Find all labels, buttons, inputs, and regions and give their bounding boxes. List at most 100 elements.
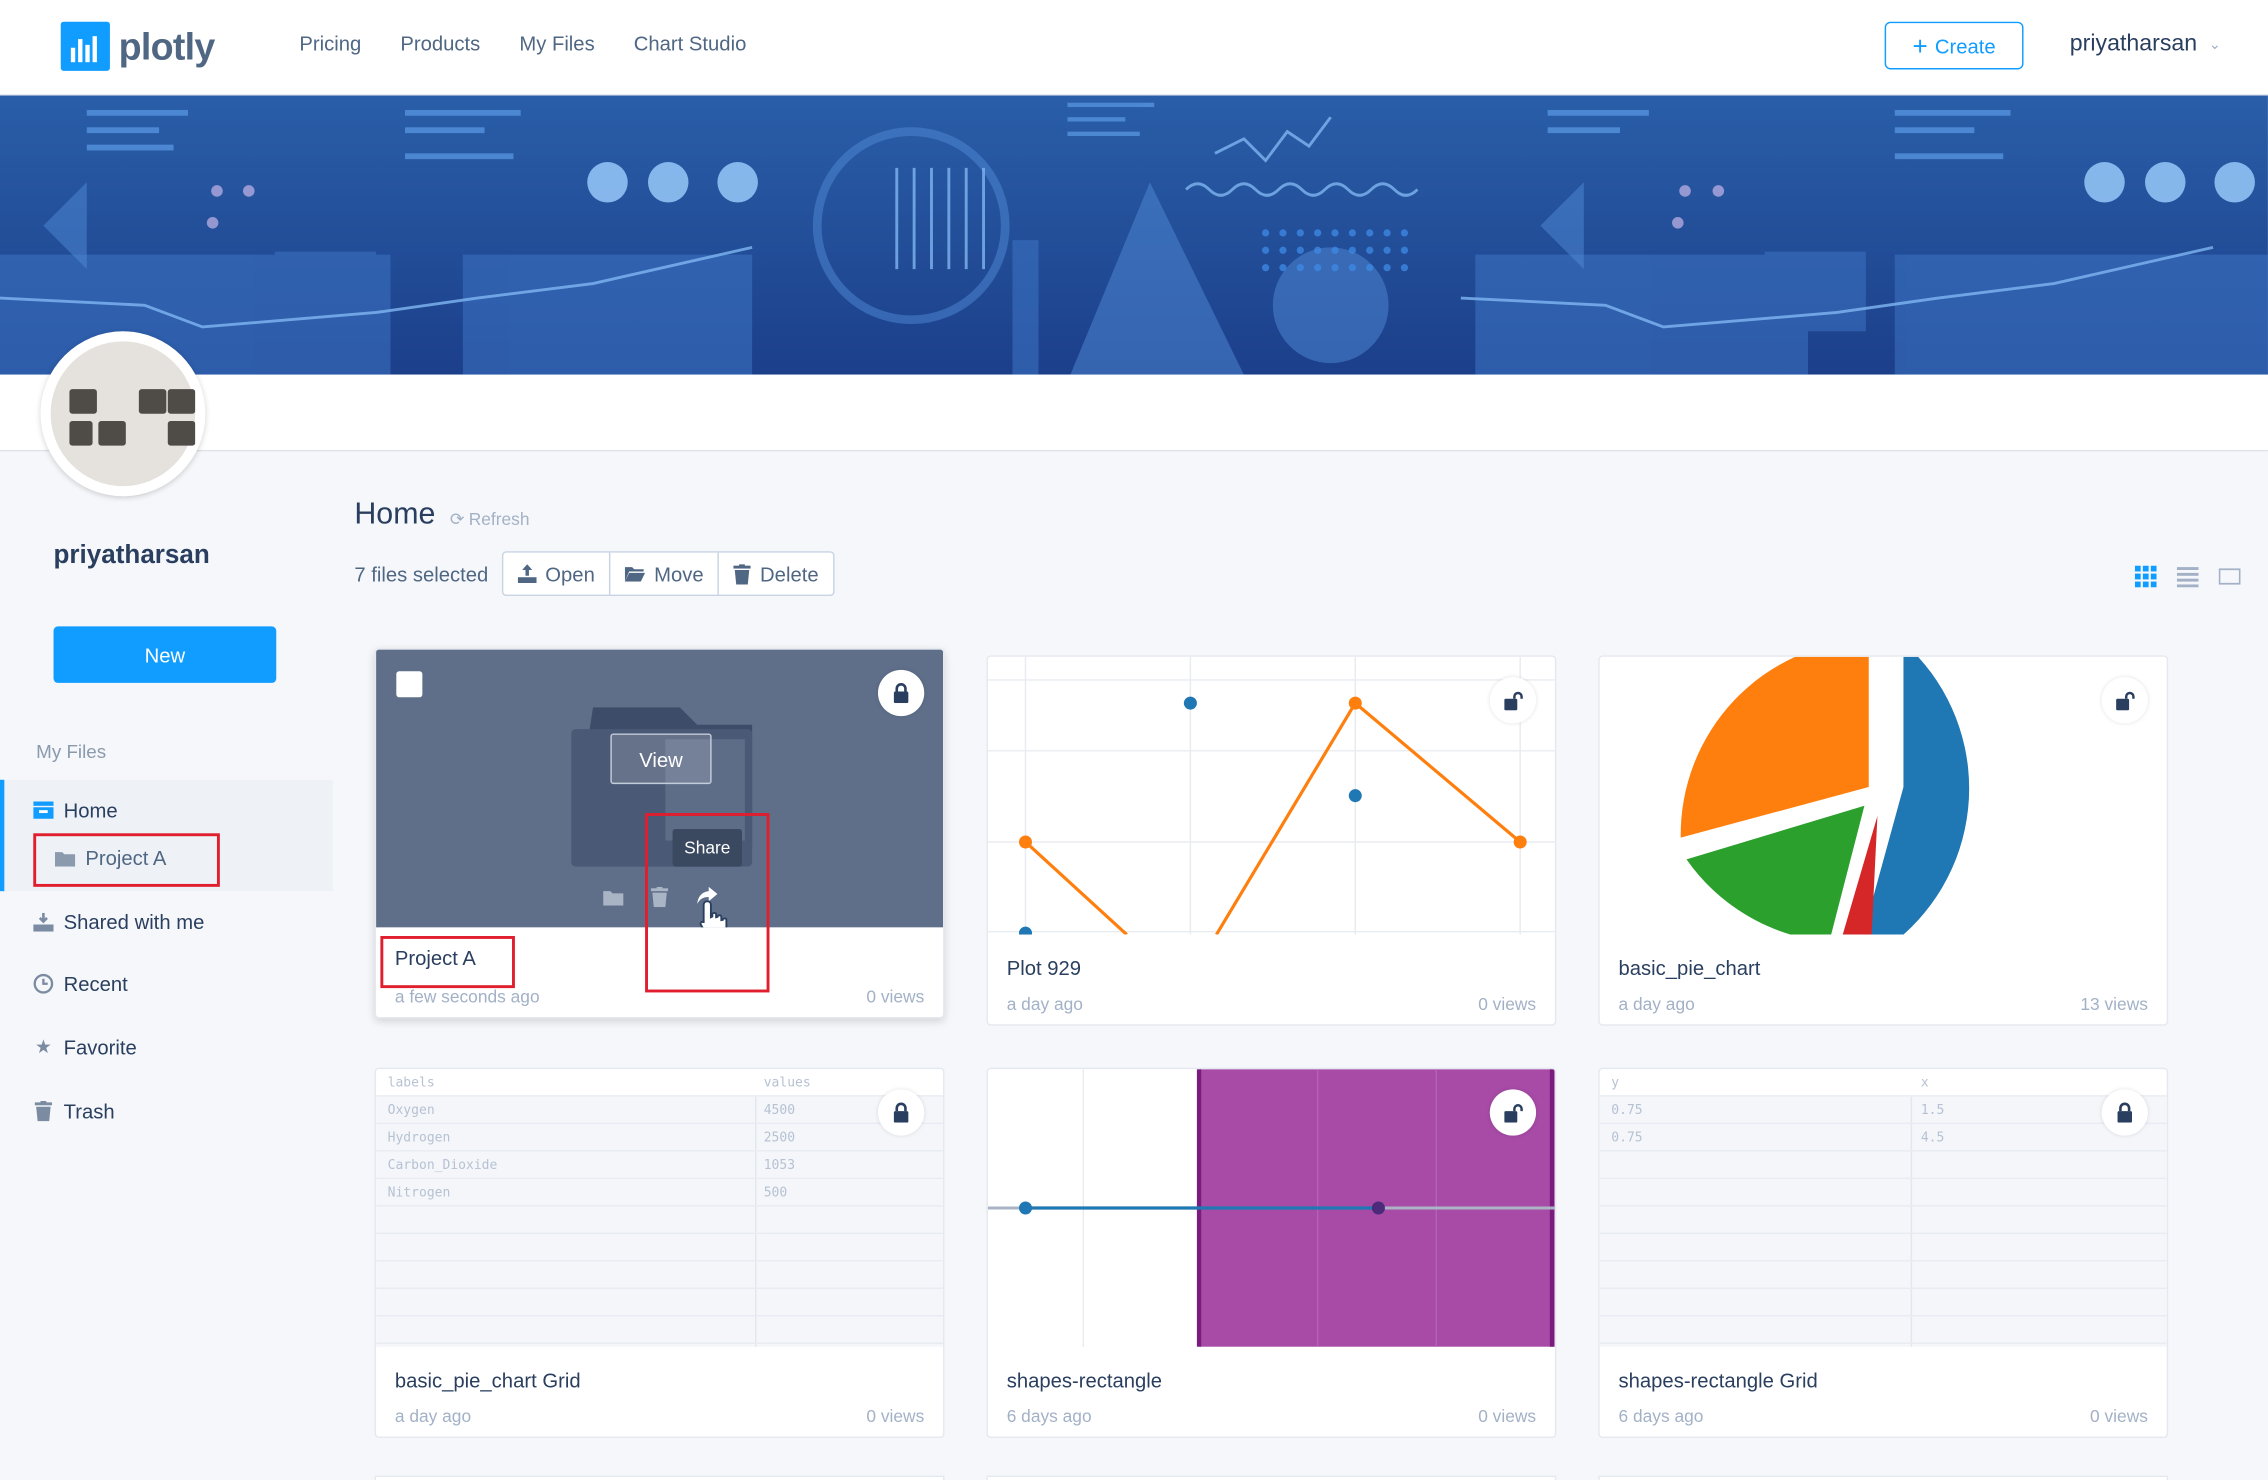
open-label: Open (545, 562, 595, 586)
lock-button[interactable] (2101, 1089, 2148, 1136)
grid-thumbnail: y x 0.75 1.5 0.75 4.5 (1599, 1069, 2167, 1347)
file-name[interactable]: shapes-rectangle Grid (1619, 1369, 1818, 1392)
file-views: 0 views (866, 986, 925, 1007)
file-name[interactable]: basic_pie_chart (1619, 956, 1761, 979)
grid-cell: 2500 (763, 1131, 796, 1146)
file-date: a few seconds ago (394, 986, 540, 1007)
nav-link-products[interactable]: Products (400, 32, 480, 55)
grid-header: values (763, 1076, 811, 1091)
user-menu-name: priyatharsan (2069, 31, 2198, 57)
file-date: a day ago (394, 1406, 472, 1427)
file-card-partial[interactable] (1598, 1475, 2169, 1480)
single-view-icon[interactable] (2218, 566, 2241, 588)
grid-cell: 1053 (763, 1158, 796, 1174)
move-label: Move (654, 562, 704, 586)
unlock-button[interactable] (1489, 1089, 1537, 1136)
grid-header: labels (387, 1076, 435, 1091)
lock-icon (893, 1102, 909, 1123)
sidebar-item-label: Favorite (63, 1035, 137, 1059)
selected-count: 7 files selected (354, 562, 489, 586)
move-folder-icon[interactable] (603, 890, 624, 906)
star-icon: ★ (34, 1035, 52, 1058)
lock-icon (893, 683, 909, 704)
open-button[interactable]: Open (503, 552, 611, 595)
plus-icon: + (1912, 31, 1928, 61)
page-title: Home (354, 497, 436, 531)
grid-view-icon[interactable] (2134, 565, 2157, 588)
move-button[interactable]: Move (611, 552, 720, 595)
file-views: 0 views (1478, 993, 1537, 1015)
sidebar-username: priyatharsan (53, 539, 210, 569)
user-menu[interactable]: priyatharsan ⌄ (2070, 32, 2221, 58)
profile-band (0, 374, 2268, 452)
file-views: 0 views (866, 1406, 925, 1427)
highlight-box-share-action (645, 813, 770, 993)
file-name[interactable]: basic_pie_chart Grid (395, 1369, 581, 1392)
pie-plot-thumbnail (1600, 656, 2167, 935)
sidebar-item-label: Recent (63, 972, 128, 996)
refresh-label: Refresh (468, 509, 530, 530)
create-label: Create (1934, 33, 1996, 58)
view-button[interactable]: View (610, 733, 712, 785)
file-name[interactable]: shapes-rectangle (1007, 1369, 1162, 1392)
view-mode-toggle (2134, 565, 2241, 588)
highlight-box-project-a-name (380, 936, 515, 989)
file-actions-toolbar: Open Move Delete (501, 551, 835, 597)
file-card-shapes-rectangle[interactable]: shapes-rectangle 6 days ago 0 views (986, 1067, 1557, 1439)
nav-link-my-files[interactable]: My Files (519, 32, 594, 55)
create-button[interactable]: + Create (1884, 21, 2024, 70)
new-button[interactable]: New (53, 626, 277, 683)
file-date: a day ago (1006, 993, 1083, 1015)
delete-button[interactable]: Delete (720, 553, 833, 595)
refresh-link[interactable]: ⟳ Refresh (450, 509, 530, 529)
file-date: 6 days ago (1006, 1406, 1092, 1427)
file-card-basic-pie-chart[interactable]: basic_pie_chart a day ago 13 views (1598, 655, 2169, 1026)
file-card-shapes-rectangle-grid[interactable]: y x 0.75 1.5 0.75 4.5 shapes-rectangle Grid… (1598, 1067, 2169, 1439)
grid-cell: 500 (763, 1186, 788, 1201)
grid-cell: 4500 (763, 1103, 796, 1119)
upload-icon (517, 564, 537, 584)
file-card-plot-929[interactable]: Plot 929 a day ago 0 views (986, 655, 1557, 1026)
file-views: 13 views (2080, 993, 2148, 1015)
select-checkbox[interactable] (396, 671, 423, 698)
file-views: 0 views (2090, 1406, 2148, 1427)
plotly-logo[interactable]: plotly (60, 21, 215, 71)
file-date: a day ago (1618, 993, 1695, 1015)
nav-link-pricing[interactable]: Pricing (299, 32, 361, 55)
list-view-icon[interactable] (2176, 566, 2199, 588)
trash-icon (33, 1100, 53, 1122)
sidebar-item-label: Shared with me (63, 909, 205, 934)
nav-link-chart-studio[interactable]: Chart Studio (634, 32, 747, 55)
sidebar-item-shared[interactable]: Shared with me (33, 910, 204, 933)
grid-header: y (1611, 1076, 1620, 1091)
grid-cell: 4.5 (1920, 1131, 1945, 1146)
file-name[interactable]: Plot 929 (1007, 956, 1081, 979)
clock-icon (33, 973, 54, 994)
delete-label: Delete (760, 562, 819, 586)
line-plot-thumbnail (987, 656, 1555, 935)
lock-button[interactable] (877, 1089, 925, 1136)
shape-plot-thumbnail (987, 1069, 1555, 1347)
trash-icon (734, 563, 752, 584)
sidebar-item-home[interactable]: Home (33, 799, 118, 822)
refresh-icon: ⟳ (449, 509, 465, 530)
lock-button[interactable] (877, 669, 925, 717)
folder-open-icon (625, 567, 646, 582)
file-card-partial[interactable] (986, 1475, 1557, 1480)
unlock-button[interactable] (1489, 677, 1537, 724)
profile-banner (0, 95, 2268, 375)
grid-header: x (1920, 1076, 1929, 1091)
grid-cell: 0.75 (1611, 1103, 1643, 1119)
file-card-partial[interactable] (374, 1475, 945, 1480)
grid-cell: Hydrogen (387, 1131, 451, 1146)
sidebar-item-recent[interactable]: Recent (33, 972, 128, 995)
logo-mark-icon (60, 21, 110, 71)
sidebar-item-trash[interactable]: Trash (33, 1099, 115, 1123)
unlock-icon (2115, 691, 2134, 710)
grid-cell: Oxygen (387, 1103, 435, 1119)
unlock-button[interactable] (2101, 677, 2148, 724)
lock-icon (2117, 1102, 2132, 1123)
file-card-basic-pie-chart-grid[interactable]: labels values Oxygen 4500 Hydrogen 2500 Car… (374, 1067, 945, 1439)
grid-cell: 0.75 (1611, 1131, 1643, 1146)
sidebar-item-favorite[interactable]: ★ Favorite (33, 1036, 137, 1059)
